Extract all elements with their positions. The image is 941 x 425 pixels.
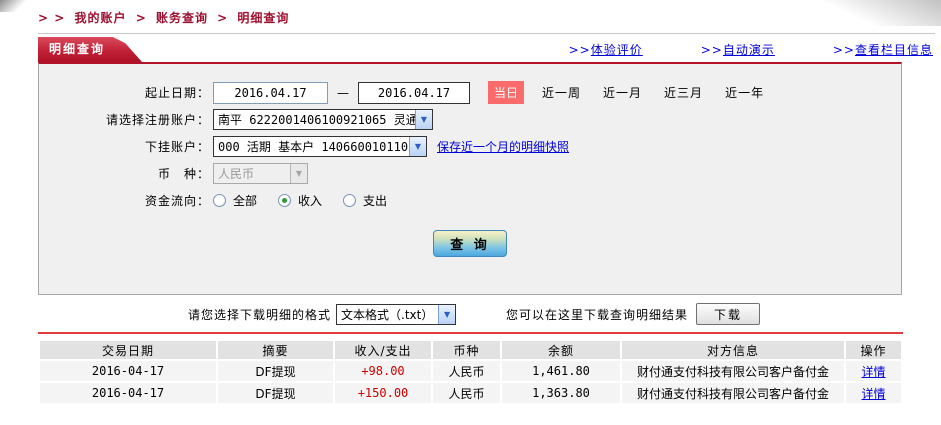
cell-summary: DF提现 bbox=[218, 383, 333, 403]
link-prefix: >> bbox=[700, 43, 723, 57]
cell-date: 2016-04-17 bbox=[40, 383, 216, 403]
breadcrumb-item-my-account[interactable]: 我的账户 bbox=[74, 11, 126, 25]
date-range-label: 起止日期： bbox=[144, 86, 210, 100]
transactions-table: 交易日期 摘要 收入/支出 币种 余额 对方信息 操作 2016-04-17 D… bbox=[38, 339, 903, 405]
radio-icon[interactable] bbox=[343, 194, 357, 207]
currency-select: 人民币 ▼ bbox=[213, 163, 308, 184]
col-header-amount: 收入/支出 bbox=[335, 341, 431, 359]
radio-checked-icon[interactable] bbox=[278, 194, 292, 207]
download-format-select[interactable]: 文本格式（.txt） ▼ bbox=[336, 303, 457, 325]
date-range-dash: — bbox=[337, 85, 349, 100]
flow-option-all[interactable]: 全部 bbox=[213, 192, 257, 209]
chevron-down-icon: ▼ bbox=[409, 137, 426, 156]
breadcrumb-item-account-query[interactable]: 账务查询 bbox=[156, 11, 208, 25]
table-header-row: 交易日期 摘要 收入/支出 币种 余额 对方信息 操作 bbox=[40, 341, 901, 359]
flow-option-all-label: 全部 bbox=[233, 194, 258, 208]
download-format-value: 文本格式（.txt） bbox=[341, 307, 434, 322]
cell-balance: 1,461.80 bbox=[502, 361, 620, 381]
query-button[interactable]: 查 询 bbox=[433, 230, 507, 257]
radio-icon[interactable] bbox=[213, 194, 226, 207]
link-label: 体验评价 bbox=[590, 43, 643, 57]
tab-row: 明细查询 >>体验评价 >>自动演示 >>查看栏目信息 bbox=[38, 34, 935, 62]
quick-range-week[interactable]: 近一周 bbox=[542, 84, 581, 101]
chevron-down-icon: ▼ bbox=[415, 110, 432, 129]
chevron-down-icon: ▼ bbox=[438, 304, 456, 324]
download-button[interactable]: 下载 bbox=[696, 303, 761, 325]
flow-option-income-label: 收入 bbox=[298, 194, 323, 208]
date-to-input[interactable] bbox=[358, 81, 470, 104]
download-format-label: 请您选择下载明细的格式 bbox=[188, 307, 332, 322]
page-corner-shade-left bbox=[0, 0, 34, 12]
col-header-currency: 币种 bbox=[433, 341, 500, 359]
cell-amount: +98.00 bbox=[335, 361, 431, 381]
save-snapshot-link[interactable]: 保存近一个月的明细快照 bbox=[437, 138, 569, 155]
chevron-down-icon: ▼ bbox=[290, 164, 307, 183]
registered-account-select[interactable]: 南平 6222001406100921065 灵通卡 ▼ bbox=[213, 109, 433, 130]
col-header-summary: 摘要 bbox=[218, 341, 333, 359]
breadcrumb-separator: > bbox=[217, 11, 229, 25]
currency-row: 币 种： 人民币 ▼ bbox=[39, 160, 901, 187]
sub-account-row: 下挂账户： 000 活期 基本户 1406600101102571848 ▼ 保… bbox=[39, 133, 901, 160]
cell-balance: 1,363.80 bbox=[502, 383, 620, 403]
cell-counterparty: 财付通支付科技有限公司客户备付金 bbox=[622, 361, 844, 381]
registered-account-value: 南平 6222001406100921065 灵通卡 bbox=[218, 113, 415, 127]
detail-link[interactable]: 详情 bbox=[861, 365, 885, 379]
col-header-date: 交易日期 bbox=[40, 341, 216, 359]
breadcrumb-prefix: > > bbox=[38, 11, 66, 25]
col-header-balance: 余额 bbox=[502, 341, 620, 359]
flow-option-expense-label: 支出 bbox=[363, 194, 388, 208]
sub-account-label: 下挂账户： bbox=[144, 140, 210, 154]
link-label: 自动演示 bbox=[722, 43, 775, 57]
quick-ranges: 近一周 近一月 近三月 近一年 bbox=[542, 84, 764, 101]
breadcrumb-item-detail-query[interactable]: 明细查询 bbox=[237, 11, 289, 25]
cell-currency: 人民币 bbox=[433, 361, 500, 381]
currency-label: 币 种： bbox=[157, 167, 210, 181]
query-form-panel: 起止日期： — 当日 近一周 近一月 近三月 近一年 请选择注册账户： 南平 6… bbox=[38, 62, 902, 295]
sub-account-value: 000 活期 基本户 1406600101102571848 bbox=[218, 140, 409, 154]
link-auto-demo[interactable]: >>自动演示 bbox=[701, 41, 775, 58]
link-label: 查看栏目信息 bbox=[854, 43, 933, 57]
link-prefix: >> bbox=[832, 43, 855, 57]
flow-option-income[interactable]: 收入 bbox=[278, 192, 322, 209]
col-header-action: 操作 bbox=[846, 341, 901, 359]
flow-direction-options: 全部 收入 支出 bbox=[213, 192, 387, 209]
col-header-counterparty: 对方信息 bbox=[622, 341, 844, 359]
registered-account-label: 请选择注册账户： bbox=[105, 113, 210, 127]
tab-detail-query[interactable]: 明细查询 bbox=[38, 37, 142, 62]
link-view-column-info[interactable]: >>查看栏目信息 bbox=[833, 41, 933, 58]
link-experience-rating[interactable]: >>体验评价 bbox=[569, 41, 643, 58]
registered-account-row: 请选择注册账户： 南平 6222001406100921065 灵通卡 ▼ bbox=[39, 106, 901, 133]
quick-range-month[interactable]: 近一月 bbox=[603, 84, 642, 101]
table-row: 2016-04-17 DF提现 +98.00 人民币 1,461.80 财付通支… bbox=[40, 361, 901, 381]
detail-link[interactable]: 详情 bbox=[861, 387, 885, 401]
quick-range-year[interactable]: 近一年 bbox=[725, 84, 764, 101]
quick-range-quarter[interactable]: 近三月 bbox=[664, 84, 703, 101]
breadcrumb-separator: > bbox=[135, 11, 147, 25]
header-links: >>体验评价 >>自动演示 >>查看栏目信息 bbox=[569, 41, 933, 58]
link-prefix: >> bbox=[568, 43, 591, 57]
download-row: 请您选择下载明细的格式 文本格式（.txt） ▼ 您可以在这里下载查询明细结果 … bbox=[0, 302, 941, 326]
quick-range-today-badge[interactable]: 当日 bbox=[488, 81, 525, 104]
date-from-input[interactable] bbox=[213, 81, 328, 104]
flow-direction-row: 资金流向： 全部 收入 支出 bbox=[39, 187, 901, 214]
query-button-row: 查 询 bbox=[39, 230, 901, 257]
page-corner-shade-right bbox=[791, 0, 941, 26]
cell-summary: DF提现 bbox=[218, 361, 333, 381]
cell-date: 2016-04-17 bbox=[40, 361, 216, 381]
cell-currency: 人民币 bbox=[433, 383, 500, 403]
currency-value: 人民币 bbox=[218, 167, 255, 181]
flow-option-expense[interactable]: 支出 bbox=[343, 192, 387, 209]
download-result-label: 您可以在这里下载查询明细结果 bbox=[506, 307, 689, 322]
flow-direction-label: 资金流向： bbox=[144, 194, 210, 208]
sub-account-select[interactable]: 000 活期 基本户 1406600101102571848 ▼ bbox=[213, 136, 427, 157]
table-top-divider bbox=[38, 332, 903, 334]
date-range-row: 起止日期： — 当日 近一周 近一月 近三月 近一年 bbox=[39, 79, 901, 106]
cell-counterparty: 财付通支付科技有限公司客户备付金 bbox=[622, 383, 844, 403]
cell-amount: +150.00 bbox=[335, 383, 431, 403]
table-row: 2016-04-17 DF提现 +150.00 人民币 1,363.80 财付通… bbox=[40, 383, 901, 403]
